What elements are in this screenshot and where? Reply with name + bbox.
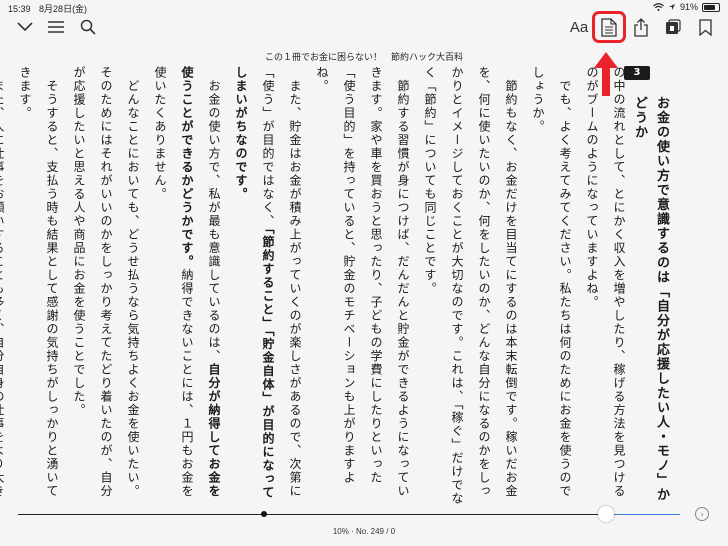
chevron-right-icon[interactable]: › (695, 507, 709, 521)
body-text: の中の流れとして、とにかく収入を増やしたり、稼げる方法を見つけるのがブームのよう… (0, 66, 632, 506)
progress-marker (261, 511, 267, 517)
section-heading: お金の使い方で意識するのは「自分が応援したい人・モノ」かどうか (632, 96, 669, 502)
progress-track[interactable] (18, 514, 680, 515)
location-label: 10% · No. 249 / 0 (332, 527, 396, 536)
progress-track-remaining (606, 514, 680, 515)
chevron-down-icon[interactable] (12, 14, 38, 40)
body-paragraph: の中の流れとして、とにかく収入を増やしたり、稼げる方法を見つけるのがブームのよう… (261, 66, 626, 506)
menu-icon[interactable] (43, 14, 69, 40)
reading-area[interactable]: の中の流れとして、とにかく収入を増やしたり、稼げる方法を見つけるのがブームのよう… (0, 66, 728, 506)
status-date: 8月28日(金) (39, 4, 88, 14)
card-icon[interactable] (660, 14, 686, 40)
search-icon[interactable] (75, 14, 101, 40)
notes-highlight-annotation (592, 11, 626, 43)
bookmark-icon[interactable] (692, 14, 718, 40)
up-arrow-annotation-icon (594, 52, 618, 96)
font-settings-button[interactable]: Aa (566, 14, 592, 40)
wifi-icon (653, 3, 664, 11)
battery-percent: 91% (679, 2, 698, 12)
status-time: 15:39 (8, 4, 31, 14)
body-paragraph: お金の使い方で、私が最も意識しているのは、 (207, 79, 221, 364)
location-icon (668, 4, 675, 10)
share-icon[interactable] (628, 14, 654, 40)
battery-icon (702, 2, 720, 12)
chapter-number-badge: 3 (624, 66, 650, 80)
progress-slider-area: › 10% · No. 249 / 0 (0, 505, 728, 546)
progress-thumb[interactable] (598, 506, 614, 522)
body-paragraph: 納得できないことには、１円もお金を使いたくありません。 どんなことにおいても、ど… (0, 66, 194, 498)
